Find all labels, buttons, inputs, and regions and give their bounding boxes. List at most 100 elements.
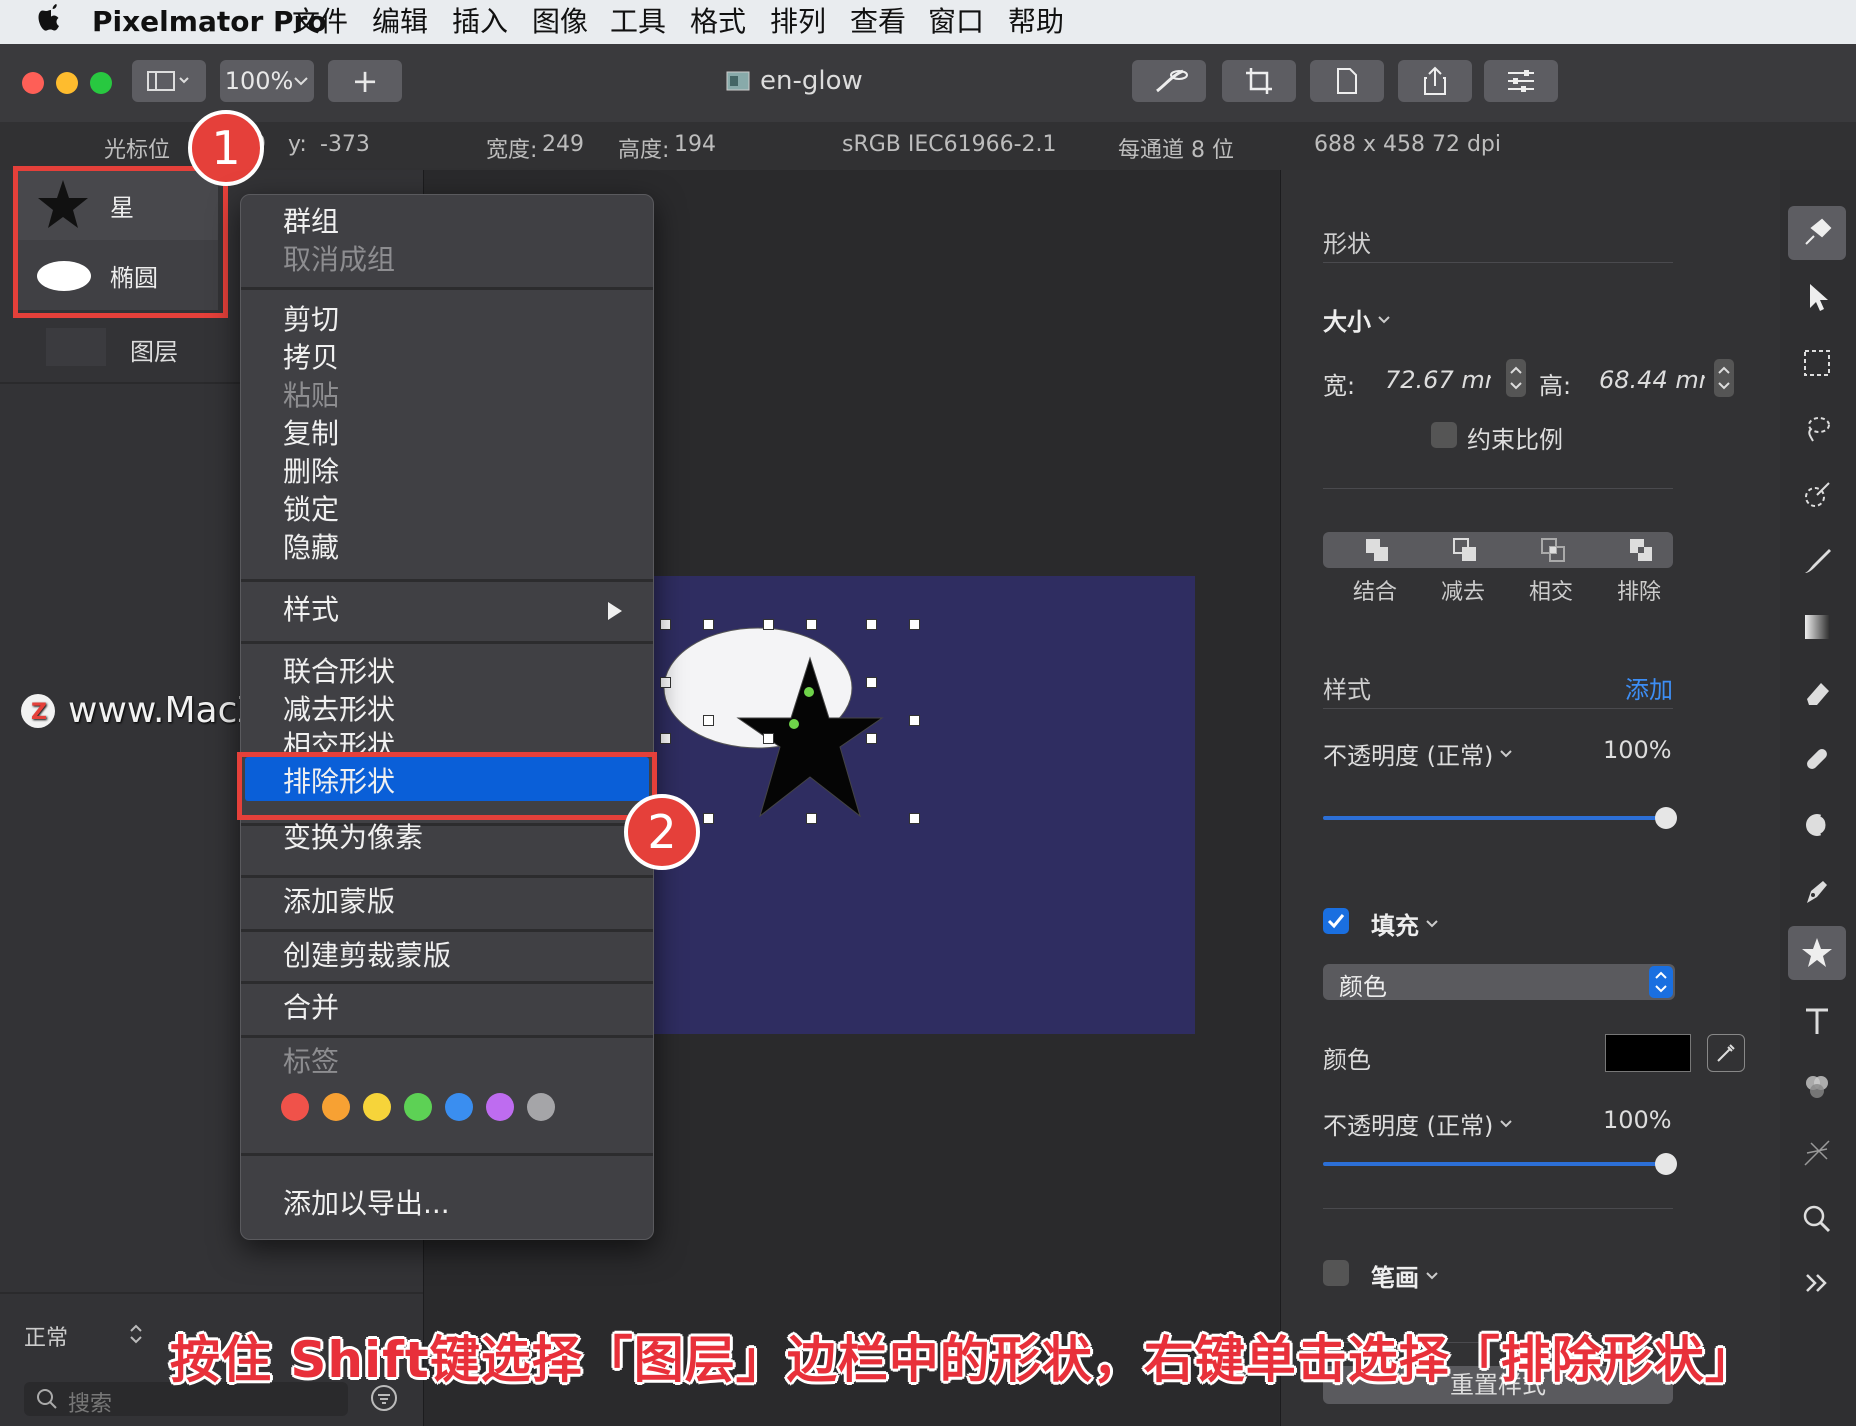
menu-item-ungroup[interactable]: 取消成组 xyxy=(283,241,395,279)
menu-item-copy[interactable]: 拷贝 xyxy=(283,339,339,377)
size-dropdown[interactable]: 大小 xyxy=(1323,302,1391,337)
gradient-tool[interactable] xyxy=(1788,600,1846,654)
menu-item-union[interactable]: 联合形状 xyxy=(283,653,395,691)
menu-format[interactable]: 格式 xyxy=(690,2,746,42)
tag-yellow[interactable] xyxy=(363,1093,391,1121)
zoom-window-button[interactable] xyxy=(90,72,112,94)
fill-opacity-dropdown[interactable]: 不透明度 (正常) xyxy=(1323,1106,1513,1141)
selection-handle[interactable] xyxy=(909,619,920,630)
stroke-checkbox[interactable] xyxy=(1323,1260,1349,1286)
menu-item-add-export[interactable]: 添加以导出... xyxy=(283,1185,450,1223)
crop-button[interactable] xyxy=(1222,60,1296,102)
tag-purple[interactable] xyxy=(486,1093,514,1121)
color-adjust-tool[interactable] xyxy=(1788,1060,1846,1114)
selection-handle[interactable] xyxy=(806,619,817,630)
menu-item-group[interactable]: 群组 xyxy=(283,203,339,241)
menu-item-delete[interactable]: 删除 xyxy=(283,453,339,491)
tag-red[interactable] xyxy=(281,1093,309,1121)
selection-handle[interactable] xyxy=(703,715,714,726)
menu-tools[interactable]: 工具 xyxy=(610,2,666,42)
menu-item-convert-pixels[interactable]: 变换为像素 xyxy=(283,819,423,857)
selection-tool[interactable] xyxy=(1788,336,1846,390)
selection-handle[interactable] xyxy=(660,677,671,688)
selection-handle[interactable] xyxy=(703,813,714,824)
document-button[interactable] xyxy=(1310,60,1384,102)
menu-image[interactable]: 图像 xyxy=(532,2,588,42)
menu-window[interactable]: 窗口 xyxy=(928,2,984,42)
constrain-checkbox[interactable] xyxy=(1431,422,1457,448)
style-tool[interactable] xyxy=(1788,206,1846,260)
fill-checkbox[interactable] xyxy=(1323,908,1349,934)
fill-dropdown[interactable]: 填充 xyxy=(1371,906,1439,941)
retouch-tool[interactable] xyxy=(1788,732,1846,786)
arrange-tool[interactable] xyxy=(1788,270,1846,324)
combine-icon[interactable] xyxy=(1363,536,1393,564)
stepper-icon[interactable] xyxy=(128,1322,144,1346)
pen-tool[interactable] xyxy=(1788,864,1846,918)
close-button[interactable] xyxy=(22,72,44,94)
menu-help[interactable]: 帮助 xyxy=(1008,2,1064,42)
opacity-dropdown[interactable]: 不透明度 (正常) xyxy=(1323,736,1513,771)
minimize-button[interactable] xyxy=(56,72,78,94)
fill-opacity-slider-knob[interactable] xyxy=(1655,1153,1677,1175)
width-input[interactable]: 72.67 mm xyxy=(1385,366,1491,394)
exclude-icon[interactable] xyxy=(1627,536,1657,564)
tag-blue[interactable] xyxy=(445,1093,473,1121)
shapes-tool[interactable] xyxy=(1788,926,1846,980)
eraser-tool[interactable] xyxy=(1788,666,1846,720)
edit-brush-button[interactable] xyxy=(1132,60,1206,102)
more-tools-button[interactable] xyxy=(1788,1256,1846,1310)
menu-item-paste[interactable]: 粘贴 xyxy=(283,377,339,415)
selection-handle[interactable] xyxy=(866,733,877,744)
intersect-icon[interactable] xyxy=(1539,536,1569,564)
zoom-tool[interactable] xyxy=(1788,1192,1846,1246)
selection-handle[interactable] xyxy=(660,733,671,744)
selection-handle[interactable] xyxy=(763,619,774,630)
opacity-slider[interactable] xyxy=(1323,816,1667,820)
lasso-tool[interactable] xyxy=(1788,402,1846,456)
effects-tool[interactable] xyxy=(1788,1126,1846,1180)
paint-tool[interactable] xyxy=(1788,534,1846,588)
selection-handle[interactable] xyxy=(806,813,817,824)
menu-item-duplicate[interactable]: 复制 xyxy=(283,415,339,453)
menu-file[interactable]: 文件 xyxy=(292,2,348,42)
color-swatch[interactable] xyxy=(1605,1034,1691,1072)
zoom-dropdown[interactable]: 100% xyxy=(220,60,314,102)
fill-type-select[interactable]: 颜色 xyxy=(1323,964,1675,1001)
type-tool[interactable] xyxy=(1788,994,1846,1048)
tag-gray[interactable] xyxy=(527,1093,555,1121)
menu-insert[interactable]: 插入 xyxy=(452,2,508,42)
tag-orange[interactable] xyxy=(322,1093,350,1121)
selection-handle[interactable] xyxy=(909,715,920,726)
share-button[interactable] xyxy=(1398,60,1472,102)
eyedropper-button[interactable] xyxy=(1707,1034,1745,1072)
selection-handle[interactable] xyxy=(909,813,920,824)
distort-tool[interactable] xyxy=(1788,798,1846,852)
sidebar-toggle-button[interactable] xyxy=(132,60,206,102)
apple-icon[interactable] xyxy=(38,2,64,43)
menu-arrange[interactable]: 排列 xyxy=(770,2,826,42)
blend-mode-select[interactable]: 正常 xyxy=(24,1320,68,1352)
fill-opacity-slider[interactable] xyxy=(1323,1162,1667,1166)
selection-handle[interactable] xyxy=(866,619,877,630)
menu-edit[interactable]: 编辑 xyxy=(372,2,428,42)
opacity-slider-knob[interactable] xyxy=(1655,807,1677,829)
quick-select-tool[interactable] xyxy=(1788,468,1846,522)
menu-item-subtract[interactable]: 减去形状 xyxy=(283,691,395,729)
subtract-icon[interactable] xyxy=(1451,536,1481,564)
width-stepper[interactable] xyxy=(1505,358,1527,398)
height-stepper[interactable] xyxy=(1713,358,1735,398)
selection-handle[interactable] xyxy=(763,733,774,744)
menu-item-merge[interactable]: 合并 xyxy=(283,989,339,1027)
shapes-artwork[interactable] xyxy=(624,576,1195,1034)
menu-item-add-mask[interactable]: 添加蒙版 xyxy=(283,883,395,921)
menu-item-clipping-mask[interactable]: 创建剪裁蒙版 xyxy=(283,937,451,975)
add-style-link[interactable]: 添加 xyxy=(1625,670,1673,705)
menu-item-cut[interactable]: 剪切 xyxy=(283,301,339,339)
selection-handle[interactable] xyxy=(660,619,671,630)
menu-item-hide[interactable]: 隐藏 xyxy=(283,529,339,567)
menu-view[interactable]: 查看 xyxy=(850,2,906,42)
add-button[interactable]: + xyxy=(328,60,402,102)
height-input[interactable]: 68.44 mm xyxy=(1599,366,1705,394)
selection-handle[interactable] xyxy=(703,619,714,630)
